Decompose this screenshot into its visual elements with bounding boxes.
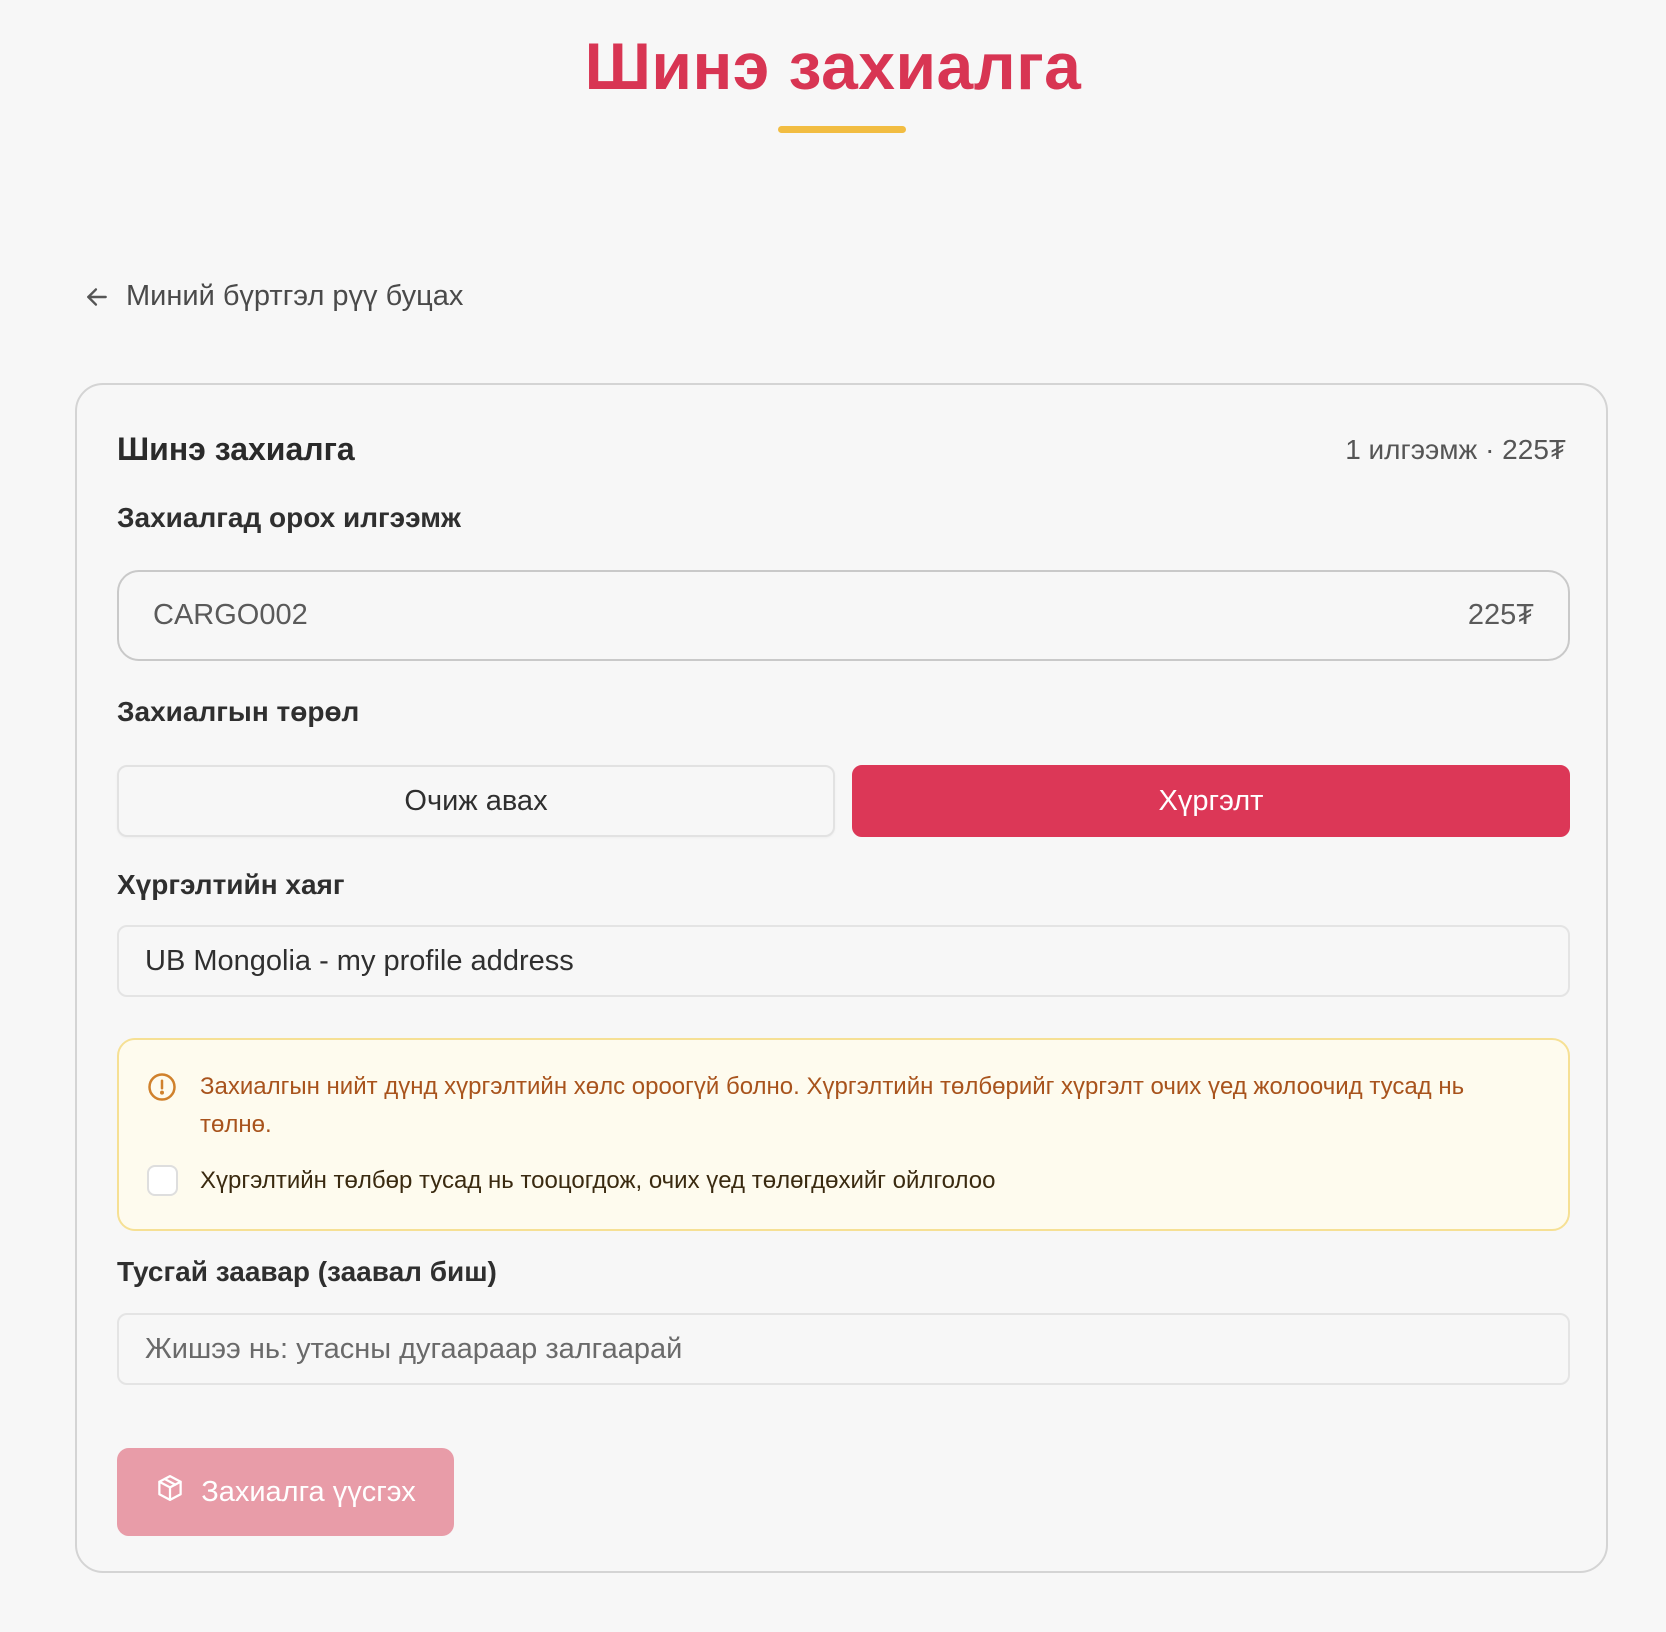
card-header: Шинэ захиалга 1 илгээмж · 225₮ [117, 431, 1566, 468]
acknowledge-label[interactable]: Хүргэлтийн төлбөр тусад нь тооцогдож, оч… [200, 1167, 995, 1195]
instructions-label: Тусгай заавар (заавал биш) [117, 1256, 497, 1287]
order-type-label: Захиалгын төрөл [117, 696, 360, 727]
instructions-input[interactable] [117, 1313, 1570, 1385]
notice-text: Захиалгын нийт дүнд хүргэлтийн хөлс ороо… [200, 1073, 1465, 1138]
shipment-price: 225₮ [1467, 599, 1534, 631]
create-order-button[interactable]: Захиалга үүсгэх [117, 1448, 454, 1536]
alert-circle-icon [147, 1072, 177, 1107]
create-order-label: Захиалга үүсгэх [201, 1475, 416, 1508]
title-underline [778, 126, 906, 133]
order-card: Шинэ захиалга 1 илгээмж · 225₮ Захиалгад… [75, 383, 1608, 1573]
back-link-label: Миний бүртгэл рүү буцах [126, 280, 464, 312]
delivery-address-label: Хүргэлтийн хаяг [117, 869, 345, 900]
order-type-toggle: Очиж авах Хүргэлт [117, 765, 1570, 837]
card-title: Шинэ захиалга [117, 431, 355, 467]
new-order-page: Шинэ захиалга Миний бүртгэл рүү буцах Ши… [0, 0, 1666, 1632]
shipments-label: Захиалгад орох илгээмж [117, 502, 461, 533]
acknowledge-row[interactable]: Хүргэлтийн төлбөр тусад нь тооцогдож, оч… [147, 1165, 995, 1196]
shipment-item[interactable]: CARGO002 225₮ [117, 570, 1570, 661]
delivery-option-button[interactable]: Хүргэлт [852, 765, 1570, 837]
pickup-option-button[interactable]: Очиж авах [117, 765, 835, 837]
shipment-code: CARGO002 [153, 599, 308, 631]
page-title: Шинэ захиалга [584, 29, 1082, 103]
order-summary: 1 илгээмж · 225₮ [1345, 433, 1566, 465]
package-icon [155, 1473, 185, 1511]
delivery-fee-notice: Захиалгын нийт дүнд хүргэлтийн хөлс ороо… [117, 1038, 1570, 1231]
delivery-address-input[interactable] [117, 925, 1570, 997]
back-to-account-link[interactable]: Миний бүртгэл рүү буцах [84, 280, 463, 313]
acknowledge-checkbox[interactable] [147, 1165, 178, 1196]
arrow-left-icon [84, 284, 110, 310]
